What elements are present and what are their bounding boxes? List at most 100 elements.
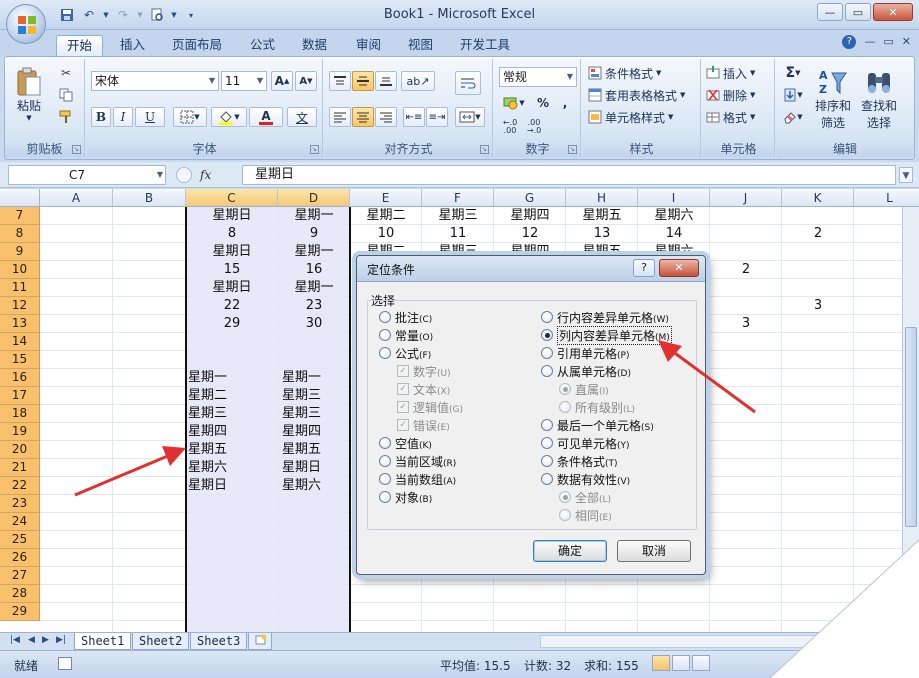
- radio-button-icon[interactable]: [379, 311, 391, 323]
- dialog-close-button[interactable]: ✕: [659, 259, 699, 277]
- row-header-17[interactable]: 17: [0, 387, 40, 405]
- column-header-c[interactable]: C: [186, 189, 278, 207]
- align-left-button[interactable]: [329, 107, 351, 127]
- cell-i7[interactable]: 星期六: [638, 207, 710, 225]
- cell-c12[interactable]: 22: [186, 297, 278, 315]
- cell-c22[interactable]: 星期日: [188, 477, 276, 495]
- alignment-launcher-icon[interactable]: ↘: [480, 145, 489, 154]
- percent-button[interactable]: %: [533, 93, 553, 113]
- comma-button[interactable]: ,: [555, 93, 575, 113]
- cell-e7[interactable]: 星期二: [350, 207, 422, 225]
- option-left-7[interactable]: 空值(K): [379, 435, 432, 451]
- radio-button-icon[interactable]: [541, 347, 553, 359]
- radio-button-icon[interactable]: [379, 329, 391, 341]
- radio-button-icon[interactable]: [379, 473, 391, 485]
- conditional-format-dropdown-icon[interactable]: ▼: [656, 69, 661, 77]
- conditional-format-button[interactable]: 条件格式 ▼: [587, 63, 699, 83]
- format-as-table-button[interactable]: 套用表格格式 ▼: [587, 85, 699, 105]
- orientation-button[interactable]: ab↗: [401, 71, 435, 91]
- option-right-0[interactable]: 行内容差异单元格(W): [541, 309, 669, 325]
- radio-button-icon[interactable]: [541, 311, 553, 323]
- option-right-6[interactable]: 最后一个单元格(S): [541, 417, 654, 433]
- row-header-21[interactable]: 21: [0, 459, 40, 477]
- radio-button-icon[interactable]: [541, 329, 553, 341]
- row-header-12[interactable]: 12: [0, 297, 40, 315]
- autosum-button[interactable]: Σ ▼: [779, 63, 807, 83]
- sheet-tab-sheet3[interactable]: Sheet3: [190, 633, 248, 650]
- cell-styles-button[interactable]: 单元格样式 ▼: [587, 107, 699, 127]
- select-all-corner[interactable]: [0, 189, 40, 207]
- align-right-button[interactable]: [375, 107, 397, 127]
- autosum-dropdown-icon[interactable]: ▼: [795, 69, 800, 77]
- tab-review[interactable]: 审阅: [346, 35, 391, 56]
- cell-d11[interactable]: 星期一: [278, 279, 350, 297]
- bold-button[interactable]: B: [91, 107, 111, 127]
- name-box-dropdown-icon[interactable]: ▼: [157, 166, 163, 184]
- row-header-10[interactable]: 10: [0, 261, 40, 279]
- row-header-22[interactable]: 22: [0, 477, 40, 495]
- tab-formulas[interactable]: 公式: [240, 35, 285, 56]
- font-name-combo[interactable]: 宋体 ▼: [91, 71, 219, 91]
- cell-k8[interactable]: 2: [782, 225, 854, 243]
- option-right-2[interactable]: 引用单元格(P): [541, 345, 629, 361]
- fill-color-button[interactable]: ▼: [211, 107, 247, 127]
- cell-j10[interactable]: 2: [710, 261, 782, 279]
- cell-j13[interactable]: 3: [710, 315, 782, 333]
- cell-c7[interactable]: 星期日: [186, 207, 278, 225]
- normal-view-icon[interactable]: [652, 655, 670, 671]
- option-left-0[interactable]: 批注(C): [379, 309, 432, 325]
- cell-d16[interactable]: 星期一: [282, 369, 350, 387]
- row-header-25[interactable]: 25: [0, 531, 40, 549]
- format-cells-dropdown-icon[interactable]: ▼: [750, 113, 755, 121]
- format-as-table-dropdown-icon[interactable]: ▼: [680, 91, 685, 99]
- ok-button[interactable]: 确定: [533, 540, 607, 562]
- office-button[interactable]: [6, 4, 46, 44]
- minimize-button[interactable]: —: [817, 3, 843, 21]
- increase-indent-button[interactable]: ≡⇥: [426, 107, 448, 127]
- accounting-dropdown-icon[interactable]: ▼: [519, 99, 524, 107]
- row-header-26[interactable]: 26: [0, 549, 40, 567]
- cell-g7[interactable]: 星期四: [494, 207, 566, 225]
- cell-d21[interactable]: 星期日: [282, 459, 350, 477]
- radio-button-icon[interactable]: [379, 455, 391, 467]
- vertical-scrollbar[interactable]: [902, 207, 919, 632]
- horizontal-scrollbar[interactable]: [540, 635, 910, 648]
- tab-data[interactable]: 数据: [292, 35, 337, 56]
- cell-c20[interactable]: 星期五: [188, 441, 276, 459]
- prev-sheet-icon[interactable]: ◀: [28, 635, 35, 645]
- sheet-tab-sheet2[interactable]: Sheet2: [132, 633, 190, 650]
- delete-cells-button[interactable]: 删除 ▼: [705, 85, 773, 105]
- align-top-button[interactable]: [329, 71, 351, 91]
- workbook-restore-icon[interactable]: ▭: [883, 35, 893, 49]
- font-color-button[interactable]: A: [249, 107, 283, 127]
- row-header-11[interactable]: 11: [0, 279, 40, 297]
- radio-button-icon[interactable]: [541, 419, 553, 431]
- clipboard-launcher-icon[interactable]: ↘: [72, 145, 81, 154]
- wrap-text-button[interactable]: [455, 71, 481, 95]
- help-icon[interactable]: ?: [842, 35, 857, 49]
- cell-c8[interactable]: 8: [186, 225, 278, 243]
- cell-e8[interactable]: 10: [350, 225, 422, 243]
- accounting-format-button[interactable]: ▼: [497, 93, 531, 113]
- insert-cells-button[interactable]: 插入 ▼: [705, 63, 773, 83]
- merge-dropdown-icon[interactable]: ▼: [475, 113, 480, 121]
- radio-button-icon[interactable]: [541, 473, 553, 485]
- cell-c17[interactable]: 星期二: [188, 387, 276, 405]
- align-center-button[interactable]: [352, 107, 374, 127]
- page-break-view-icon[interactable]: [692, 655, 710, 671]
- column-header-b[interactable]: B: [113, 189, 186, 207]
- row-header-28[interactable]: 28: [0, 585, 40, 603]
- cancel-button[interactable]: 取消: [617, 540, 691, 562]
- column-header-h[interactable]: H: [566, 189, 638, 207]
- font-size-combo[interactable]: 11 ▼: [221, 71, 267, 91]
- cell-c18[interactable]: 星期三: [188, 405, 276, 423]
- radio-button-icon[interactable]: [541, 437, 553, 449]
- cell-c11[interactable]: 星期日: [186, 279, 278, 297]
- radio-button-icon[interactable]: [541, 365, 553, 377]
- phonetic-button[interactable]: 文: [287, 107, 317, 127]
- row-header-8[interactable]: 8: [0, 225, 40, 243]
- formula-input[interactable]: 星期日: [242, 165, 896, 185]
- column-header-l[interactable]: L: [854, 189, 919, 207]
- cell-d12[interactable]: 23: [278, 297, 350, 315]
- radio-button-icon[interactable]: [379, 347, 391, 359]
